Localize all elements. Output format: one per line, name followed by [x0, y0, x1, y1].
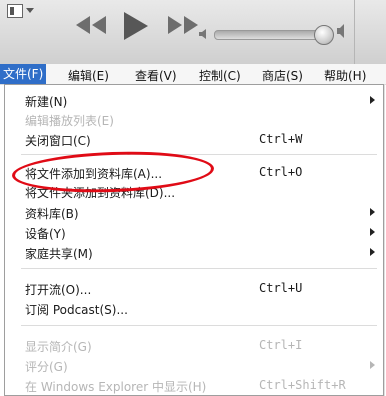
menu-item-shortcut: Ctrl+U: [259, 281, 303, 295]
menu-item-shortcut: Ctrl+W: [259, 132, 303, 146]
menu-item-shortcut: Ctrl+Shift+R: [259, 378, 346, 392]
menu-item-rating: 评分(G): [5, 356, 383, 374]
menu-item-label: 新建(N): [25, 95, 68, 109]
menu-bar: 文件(F) 编辑(E) 查看(V) 控制(C) 商店(S) 帮助(H): [0, 64, 386, 85]
menu-item-label: 关闭窗口(C): [25, 134, 91, 148]
menu-item-edit-playlist: 编辑播放列表(E): [5, 110, 383, 128]
submenu-arrow-icon: [370, 228, 375, 236]
menu-controls[interactable]: 控制(C): [199, 67, 241, 84]
window-menu-icon[interactable]: [7, 4, 23, 18]
menu-separator: [21, 325, 377, 326]
menu-item-library[interactable]: 资料库(B): [5, 203, 383, 221]
menu-item-shortcut: Ctrl+I: [259, 338, 303, 352]
volume-slider-handle[interactable]: [314, 25, 335, 45]
menu-edit[interactable]: 编辑(E): [68, 67, 109, 84]
player-toolbar: [0, 0, 386, 64]
toolbar-divider: [354, 0, 355, 64]
chevron-down-icon[interactable]: [26, 8, 34, 13]
menu-file[interactable]: 文件(F): [0, 64, 47, 84]
menu-item-label: 在 Windows Explorer 中显示(H): [25, 380, 207, 394]
volume-slider[interactable]: [214, 25, 335, 45]
menu-item-devices[interactable]: 设备(Y): [5, 223, 383, 241]
menu-help[interactable]: 帮助(H): [324, 67, 366, 84]
menu-item-label: 订阅 Podcast(S)...: [25, 303, 128, 317]
menu-item-new[interactable]: 新建(N): [5, 91, 383, 109]
play-icon[interactable]: [120, 10, 150, 42]
menu-item-close-window[interactable]: 关闭窗口(C) Ctrl+W: [5, 130, 383, 148]
menu-item-show-in-explorer: 在 Windows Explorer 中显示(H) Ctrl+Shift+R: [5, 376, 383, 394]
menu-view[interactable]: 查看(V): [135, 67, 177, 84]
menu-item-label: 家庭共享(M): [25, 247, 93, 261]
submenu-arrow-icon: [370, 208, 375, 216]
menu-item-label: 设备(Y): [25, 227, 66, 241]
menu-item-shortcut: Ctrl+O: [259, 165, 303, 179]
menu-item-label: 资料库(B): [25, 207, 79, 221]
volume-high-icon: [337, 24, 344, 38]
menu-separator: [21, 268, 377, 269]
menu-item-label: 评分(G): [25, 360, 68, 374]
menu-item-open-stream[interactable]: 打开流(O)... Ctrl+U: [5, 279, 383, 297]
submenu-arrow-icon: [370, 96, 375, 104]
menu-item-home-sharing[interactable]: 家庭共享(M): [5, 243, 383, 261]
menu-item-label: 显示简介(G): [25, 340, 92, 354]
volume-low-icon: [199, 29, 206, 39]
menu-item-get-info: 显示简介(G) Ctrl+I: [5, 336, 383, 354]
menu-item-subscribe-podcast[interactable]: 订阅 Podcast(S)...: [5, 299, 383, 317]
menu-item-label: 打开流(O)...: [25, 283, 92, 297]
menu-item-label: 编辑播放列表(E): [25, 114, 114, 128]
menu-store[interactable]: 商店(S): [262, 67, 303, 84]
submenu-arrow-icon: [370, 361, 375, 369]
next-track-icon[interactable]: [166, 14, 200, 36]
submenu-arrow-icon: [370, 248, 375, 256]
file-menu-dropdown: 新建(N) 编辑播放列表(E) 关闭窗口(C) Ctrl+W 将文件添加到资料库…: [4, 84, 384, 396]
previous-track-icon[interactable]: [74, 14, 108, 36]
